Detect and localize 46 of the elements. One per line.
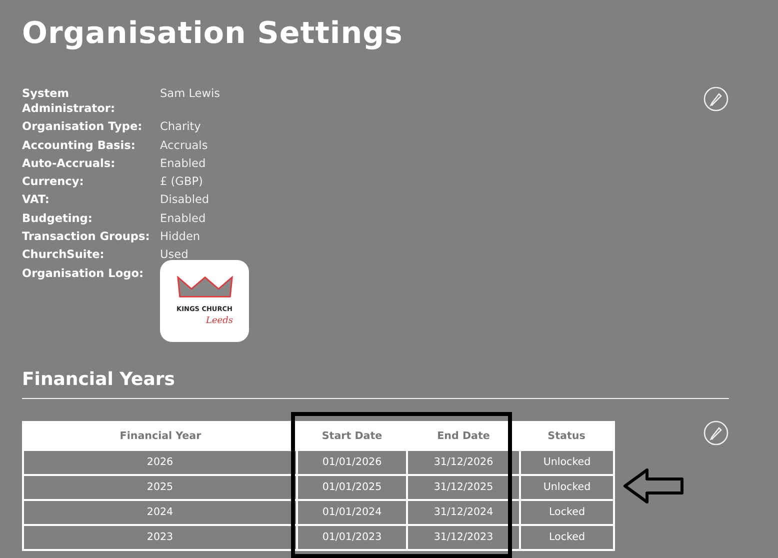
table-cell: 2023 <box>23 524 297 550</box>
setting-value: Accruals <box>160 138 209 153</box>
table-cell: Unlocked <box>520 474 614 500</box>
logo-script: Leeds <box>206 317 233 326</box>
edit-button[interactable] <box>703 420 729 446</box>
setting-value: £ (GBP) <box>160 174 204 190</box>
setting-label: Organisation Logo: <box>22 266 144 281</box>
page-title: Organisation Settings <box>22 15 404 53</box>
setting-value: Hidden <box>160 229 202 244</box>
setting-label: Accounting Basis: <box>22 138 136 153</box>
table-cell: 31/12/2024 <box>407 500 520 525</box>
table-cell: 31/12/2023 <box>407 524 520 550</box>
table-cell: Locked <box>520 500 614 525</box>
column-header: Status <box>520 422 614 450</box>
table-cell: 01/01/2024 <box>297 500 407 525</box>
arrow-icon <box>623 466 685 505</box>
edit-button[interactable] <box>703 86 729 112</box>
table-cell: 01/01/2023 <box>297 524 407 550</box>
setting-value: Charity <box>160 119 202 134</box>
column-header: Financial Year <box>23 422 297 450</box>
setting-label: System Administrator: <box>22 86 116 116</box>
setting-label: ChurchSuite: <box>22 247 106 262</box>
column-header: End Date <box>407 422 520 450</box>
table-cell: 01/01/2025 <box>297 474 407 500</box>
table-cell: 2024 <box>23 500 297 525</box>
setting-label: VAT: <box>22 192 50 208</box>
table-cell: Locked <box>520 524 614 550</box>
table-cell: 31/12/2025 <box>407 474 520 500</box>
column-header: Start Date <box>297 422 407 450</box>
setting-value: Sam Lewis <box>160 86 221 101</box>
setting-value: Enabled <box>160 210 207 226</box>
setting-value: Disabled <box>160 192 210 208</box>
table-cell: 31/12/2026 <box>407 450 520 475</box>
setting-label: Currency: <box>22 174 85 190</box>
setting-label: Auto-Accruals: <box>22 156 116 171</box>
setting-value: Enabled <box>160 156 207 171</box>
setting-label: Transaction Groups: <box>22 229 151 244</box>
table-cell: 01/01/2026 <box>297 450 407 475</box>
setting-value: Used <box>160 247 190 262</box>
table-cell: 2025 <box>23 474 297 500</box>
section-heading: Financial Years <box>22 368 729 399</box>
table-cell: Unlocked <box>520 450 614 475</box>
setting-label: Budgeting: <box>22 210 94 226</box>
table-cell: 2026 <box>23 450 297 475</box>
setting-label: Organisation Type: <box>22 119 144 134</box>
crown-icon <box>176 275 234 300</box>
